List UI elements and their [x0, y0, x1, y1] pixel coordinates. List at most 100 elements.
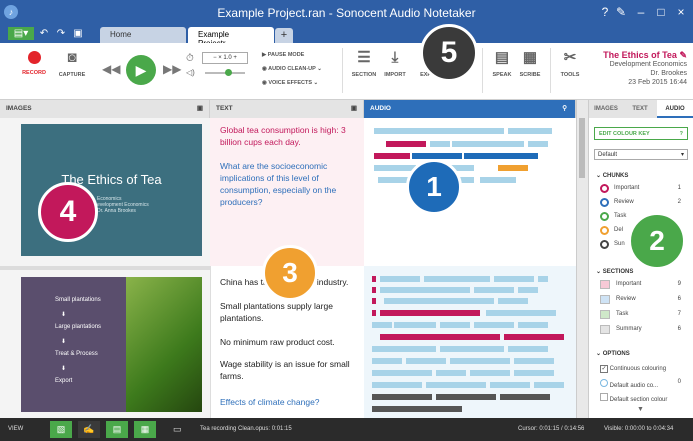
audio-chunk[interactable] [486, 310, 556, 316]
audio-chunk[interactable] [372, 276, 376, 282]
audio-chunk[interactable] [500, 394, 550, 400]
capture-button[interactable]: ◙ CAPTURE [52, 48, 92, 78]
audio-chunk[interactable] [386, 141, 426, 147]
audio-chunk[interactable] [490, 382, 530, 388]
audio-chunk[interactable] [372, 287, 376, 293]
audio-chunk[interactable] [452, 141, 524, 147]
audio-chunk[interactable] [372, 322, 392, 328]
audio-chunk[interactable] [528, 141, 548, 147]
section-item[interactable]: Review 6 [600, 296, 686, 302]
import-button[interactable]: ⤓ IMPORT [375, 48, 415, 78]
options-heading[interactable]: ⌄ OPTIONS [596, 350, 630, 357]
sections-heading[interactable]: ⌄ SECTIONS [596, 268, 633, 275]
audio-chunk[interactable] [374, 153, 410, 159]
audio-chunk[interactable] [374, 165, 416, 171]
audio-chunk[interactable] [464, 128, 504, 134]
audio-chunk[interactable] [424, 276, 490, 282]
audio-chunk[interactable] [518, 322, 548, 328]
audio-chunk[interactable] [380, 334, 500, 340]
volume-handle[interactable] [225, 69, 232, 76]
chunks-heading[interactable]: ⌄ CHUNKS [596, 172, 628, 179]
audio-chunk[interactable] [436, 394, 496, 400]
text-note[interactable]: No minimum raw product cost. [220, 336, 360, 348]
text-note[interactable]: What are the socioeconomic implications … [220, 160, 360, 208]
view-notes-button[interactable]: ▤ [106, 421, 128, 438]
audio-chunk[interactable] [372, 358, 402, 364]
audio-chunk[interactable] [380, 287, 470, 293]
minimize-button[interactable]: – [632, 5, 650, 19]
view-audio-button[interactable]: ▦ [134, 421, 156, 438]
scrollbar-thumb[interactable] [579, 118, 585, 178]
undo-icon[interactable]: ↶ [37, 27, 51, 40]
view-images-button[interactable]: ▧ [50, 421, 72, 438]
audio-chunk[interactable] [380, 310, 480, 316]
audio-chunk[interactable] [436, 370, 466, 376]
audio-chunk[interactable] [514, 370, 554, 376]
audio-chunk[interactable] [534, 382, 564, 388]
slide-image-2[interactable]: Small plantations ⬇ Large plantations ⬇ … [21, 277, 202, 412]
section-item[interactable]: Summary 6 [600, 326, 686, 332]
audio-chunk[interactable] [508, 346, 548, 352]
audio-chunk[interactable] [518, 287, 538, 293]
chunk-item[interactable]: Review 2 [600, 199, 686, 205]
voice-effects-button[interactable]: ◉ VOICE EFFECTS ⌄ [262, 80, 318, 86]
audio-chunk[interactable] [440, 346, 504, 352]
audio-chunk[interactable] [430, 141, 450, 147]
collapse-icon[interactable]: ▣ [197, 100, 203, 118]
new-tab-button[interactable]: + [275, 28, 293, 43]
option-default-audio[interactable]: Default audio co... 0 [600, 379, 686, 389]
audio-chunk[interactable] [372, 370, 432, 376]
pause-mode-button[interactable]: ▶ PAUSE MODE [262, 52, 304, 58]
audio-chunk[interactable] [474, 287, 514, 293]
audio-chunk[interactable] [480, 177, 516, 183]
menu-icon[interactable]: ▤▾ [8, 27, 34, 40]
audio-chunk[interactable] [426, 382, 486, 388]
scribe-button[interactable]: ▦ SCRIBE [510, 48, 550, 78]
audio-chunk[interactable] [504, 334, 564, 340]
audio-chunk[interactable] [514, 358, 554, 364]
audio-chunk[interactable] [372, 382, 422, 388]
audio-chunk[interactable] [378, 177, 408, 183]
tab-project[interactable]: Example Projectr... [188, 27, 274, 48]
audio-chunk[interactable] [474, 322, 514, 328]
audio-chunk[interactable] [508, 128, 552, 134]
section-item[interactable]: Task 7 [600, 311, 686, 317]
audio-chunk[interactable] [372, 406, 462, 412]
audio-chunk[interactable] [372, 394, 432, 400]
audio-chunk[interactable] [464, 153, 538, 159]
audio-chunk[interactable] [384, 298, 494, 304]
scrollbar[interactable] [576, 100, 587, 418]
fast-forward-icon[interactable]: ▶▶ [163, 62, 181, 76]
record-button[interactable]: RECORD [14, 48, 54, 76]
edit-icon[interactable]: ✎ [612, 5, 630, 19]
audio-chunk[interactable] [498, 298, 528, 304]
audio-chunk[interactable] [372, 298, 376, 304]
redo-icon[interactable]: ↷ [54, 27, 68, 40]
collapse-icon[interactable]: ▣ [351, 100, 357, 118]
audio-chunk[interactable] [412, 153, 462, 159]
audio-chunk[interactable] [394, 322, 436, 328]
section-item[interactable]: Important 9 [600, 281, 686, 287]
audio-chunk[interactable] [372, 346, 436, 352]
scroll-down-icon[interactable]: ▼ [637, 406, 644, 413]
audio-cleanup-button[interactable]: ◉ AUDIO CLEAN-UP ⌄ [262, 66, 322, 72]
chunk-item[interactable]: Important 1 [600, 185, 686, 191]
save-icon[interactable]: ▣ [71, 27, 85, 40]
close-button[interactable]: × [672, 5, 690, 19]
sidebar-tab-text[interactable]: TEXT [623, 100, 657, 118]
audio-chunk[interactable] [406, 358, 446, 364]
rewind-icon[interactable]: ◀◀ [102, 62, 120, 76]
audio-chunk[interactable] [450, 358, 510, 364]
view-text-button[interactable]: ✍ [78, 421, 100, 438]
audio-chunk[interactable] [494, 276, 534, 282]
speed-control[interactable]: − × 1.0 + [202, 52, 248, 64]
search-icon[interactable]: ⚲ [562, 100, 567, 118]
edit-info-icon[interactable]: ✎ [679, 50, 687, 60]
audio-chunk[interactable] [498, 165, 528, 171]
text-note[interactable]: Global tea consumption is high: 3 billio… [220, 124, 360, 148]
text-note[interactable]: Effects of climate change? [220, 396, 360, 408]
sidebar-tab-audio[interactable]: AUDIO [657, 100, 693, 118]
audio-chunk[interactable] [538, 276, 548, 282]
option-default-section[interactable]: Default section colour [600, 393, 686, 403]
text-note[interactable]: Small plantations supply large plantatio… [220, 300, 360, 324]
